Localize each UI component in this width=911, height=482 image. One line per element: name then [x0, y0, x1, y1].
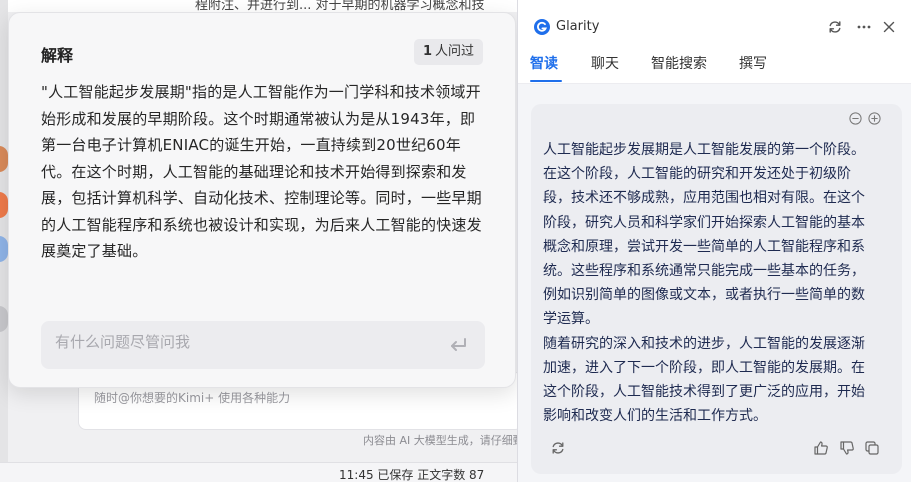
ai-disclaimer: 内容由 AI 大模型生成，请仔细甄别	[363, 434, 535, 447]
refresh-icon[interactable]	[827, 19, 843, 35]
thumbs-down-icon[interactable]	[839, 440, 855, 456]
glarity-panel: Glarity 智读 聊天 智能搜索 撰写 人工智能起步发展期是人工智能发展的第…	[517, 0, 911, 482]
status-text: 11:45 已保存 正文字数 87	[339, 468, 485, 482]
collapse-icon[interactable]	[849, 112, 862, 125]
glarity-header: Glarity 智读 聊天 智能搜索 撰写	[518, 0, 911, 84]
close-icon[interactable]	[881, 19, 897, 35]
asked-count-badge: 1 人问过	[414, 39, 484, 65]
kimi-input-hint: 随时@你想要的Kimi+ 使用各种能力	[94, 391, 291, 405]
avatar[interactable]	[0, 146, 8, 172]
enter-icon[interactable]	[447, 334, 469, 356]
summary-text: 人工智能起步发展期是人工智能发展的第一个阶段。在这个阶段，人工智能的研究和开发还…	[543, 138, 878, 428]
summary-paragraph: 人工智能起步发展期是人工智能发展的第一个阶段。在这个阶段，人工智能的研究和开发还…	[543, 142, 865, 328]
thumbs-up-icon[interactable]	[813, 440, 829, 456]
regenerate-icon[interactable]	[550, 440, 566, 456]
tab-compose[interactable]: 撰写	[739, 53, 767, 73]
active-tab-indicator	[530, 80, 562, 82]
tab-smart-read[interactable]: 智读	[530, 53, 558, 73]
expand-icon[interactable]	[868, 112, 881, 125]
glarity-title: Glarity	[556, 19, 600, 34]
document-top-strip: 程附注、并进行到... 对于早期的机器学习概念和技	[0, 0, 520, 12]
document-text-fragment: 程附注、并进行到... 对于早期的机器学习概念和技	[195, 0, 485, 12]
copy-icon[interactable]	[864, 440, 880, 456]
avatar[interactable]	[0, 192, 8, 218]
tab-smart-search[interactable]: 智能搜索	[651, 53, 707, 73]
asked-suffix: 人问过	[435, 44, 475, 59]
left-edge-strip	[0, 0, 8, 482]
avatar[interactable]	[0, 236, 8, 262]
asked-count: 1	[423, 44, 433, 59]
summary-paragraph: 随着研究的深入和技术的进步，人工智能的发展逐渐加速，进入了下一个阶段，即人工智能…	[543, 335, 865, 425]
summary-card: 人工智能起步发展期是人工智能发展的第一个阶段。在这个阶段，人工智能的研究和开发还…	[531, 104, 902, 474]
ask-input[interactable]	[55, 333, 435, 351]
explanation-text: "人工智能起步发展期"指的是人工智能作为一门学科和技术领域开始形成和发展的早期阶…	[41, 83, 482, 260]
tab-chat[interactable]: 聊天	[591, 53, 619, 73]
avatar[interactable]	[0, 306, 8, 332]
ask-box[interactable]	[41, 321, 485, 369]
more-icon[interactable]	[856, 19, 872, 35]
glarity-tabs: 智读 聊天 智能搜索 撰写	[518, 53, 911, 83]
glarity-logo-icon	[534, 19, 550, 35]
popup-title: 解释	[41, 46, 74, 65]
explain-popup: 解释 1 人问过 "人工智能起步发展期"指的是人工智能作为一门学科和技术领域开始形…	[8, 12, 516, 388]
